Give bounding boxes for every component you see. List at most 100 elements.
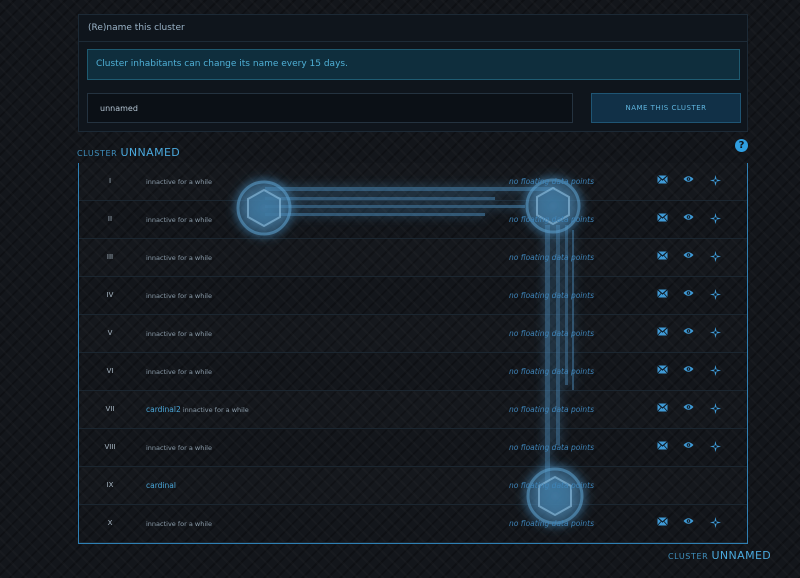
target-icon[interactable] — [710, 289, 724, 303]
system-status-text: innactive for a while — [146, 520, 212, 528]
eye-icon[interactable] — [683, 289, 697, 303]
floating-data-points: no floating data points — [509, 215, 594, 224]
system-owner[interactable]: cardinal — [146, 481, 176, 490]
table-row[interactable]: VIII innactive for a while no floating dat… — [79, 429, 747, 467]
system-status-text: innactive for a while — [146, 444, 212, 452]
floating-data-points: no floating data points — [509, 405, 594, 414]
eye-icon[interactable] — [683, 403, 697, 417]
table-row[interactable]: II innactive for a while no floating data … — [79, 201, 747, 239]
panel-title: (Re)name this cluster — [79, 15, 747, 42]
eye-icon[interactable] — [683, 441, 697, 455]
table-row[interactable]: Xinnactive for a while no floating data p… — [79, 505, 747, 543]
system-status: innactive for a while — [146, 353, 212, 390]
floating-data-points: no floating data points — [509, 329, 594, 338]
envelope-icon[interactable] — [657, 517, 671, 531]
table-row[interactable]: Iinnactive for a while no floating data p… — [79, 163, 747, 201]
target-icon[interactable] — [710, 213, 724, 227]
eye-icon[interactable] — [683, 175, 697, 189]
system-status: cardinal2 innactive for a while — [146, 391, 249, 428]
system-status: cardinal — [146, 467, 176, 504]
row-actions — [652, 175, 722, 189]
row-actions — [652, 403, 722, 417]
eye-icon[interactable] — [683, 213, 697, 227]
table-row[interactable]: Vinnactive for a while no floating data p… — [79, 315, 747, 353]
floating-data-points: no floating data points — [509, 481, 594, 490]
row-actions — [652, 327, 722, 341]
target-icon[interactable] — [710, 403, 724, 417]
cluster-prefix: CLUSTER — [668, 552, 709, 561]
floating-data-points: no floating data points — [509, 367, 594, 376]
envelope-icon[interactable] — [657, 175, 671, 189]
system-status: innactive for a while — [146, 239, 212, 276]
system-number: V — [107, 329, 113, 337]
eye-icon[interactable] — [683, 327, 697, 341]
eye-icon[interactable] — [683, 365, 697, 379]
cluster-name-input[interactable] — [87, 93, 573, 123]
system-owner[interactable]: cardinal2 — [146, 405, 181, 414]
cluster-heading-bottom: CLUSTER UNNAMED — [668, 549, 771, 562]
table-row[interactable]: VI innactive for a while no floating data … — [79, 353, 747, 391]
table-row[interactable]: IX cardinal no floating data points — [79, 467, 747, 505]
envelope-icon[interactable] — [657, 251, 671, 265]
cluster-name: UNNAMED — [711, 549, 772, 562]
row-actions — [652, 289, 722, 303]
system-status: innactive for a while — [146, 163, 212, 200]
system-number: II — [107, 215, 113, 223]
envelope-icon[interactable] — [657, 213, 671, 227]
floating-data-points: no floating data points — [509, 291, 594, 300]
rename-panel: (Re)name this cluster Cluster inhabitant… — [78, 14, 748, 132]
system-status: innactive for a while — [146, 505, 212, 542]
eye-icon[interactable] — [683, 251, 697, 265]
row-actions — [652, 365, 722, 379]
target-icon[interactable] — [710, 517, 724, 531]
table-row[interactable]: III innactive for a while no floating data… — [79, 239, 747, 277]
system-status-text: innactive for a while — [182, 406, 249, 414]
system-status-text: innactive for a while — [146, 178, 212, 186]
floating-data-points: no floating data points — [509, 177, 594, 186]
envelope-icon[interactable] — [657, 441, 671, 455]
eye-icon[interactable] — [683, 517, 697, 531]
system-number: I — [108, 177, 112, 185]
floating-data-points: no floating data points — [509, 443, 594, 452]
name-cluster-button[interactable]: NAME THIS CLUSTER — [591, 93, 741, 123]
envelope-icon[interactable] — [657, 365, 671, 379]
cluster-heading-top: CLUSTER UNNAMED — [77, 146, 180, 159]
envelope-icon[interactable] — [657, 327, 671, 341]
system-number: IV — [106, 291, 114, 299]
system-number: X — [107, 519, 113, 527]
system-table: Iinnactive for a while no floating data p… — [78, 163, 748, 544]
row-actions — [652, 251, 722, 265]
system-status-text: innactive for a while — [146, 292, 212, 300]
target-icon[interactable] — [710, 175, 724, 189]
floating-data-points: no floating data points — [509, 519, 594, 528]
system-status-text: innactive for a while — [146, 254, 212, 262]
system-number: VII — [105, 405, 115, 413]
cluster-name: UNNAMED — [120, 146, 181, 159]
target-icon[interactable] — [710, 327, 724, 341]
system-number: VI — [106, 367, 114, 375]
system-number: IX — [106, 481, 114, 489]
target-icon[interactable] — [710, 251, 724, 265]
floating-data-points: no floating data points — [509, 253, 594, 262]
cluster-prefix: CLUSTER — [77, 149, 118, 158]
envelope-icon[interactable] — [657, 403, 671, 417]
system-status: innactive for a while — [146, 315, 212, 352]
system-status-text: innactive for a while — [146, 216, 212, 224]
system-status-text: innactive for a while — [146, 368, 212, 376]
system-number: III — [106, 253, 114, 261]
target-icon[interactable] — [710, 441, 724, 455]
envelope-icon[interactable] — [657, 289, 671, 303]
row-actions — [652, 517, 722, 531]
rename-notice: Cluster inhabitants can change its name … — [87, 49, 740, 80]
system-number: VIII — [104, 443, 116, 451]
system-status: innactive for a while — [146, 429, 212, 466]
system-status: innactive for a while — [146, 277, 212, 314]
row-actions — [652, 213, 722, 227]
target-icon[interactable] — [710, 365, 724, 379]
system-status-text: innactive for a while — [146, 330, 212, 338]
question-icon[interactable]: ? — [735, 139, 748, 152]
row-actions — [652, 441, 722, 455]
table-row[interactable]: VII cardinal2 innactive for a while no flo… — [79, 391, 747, 429]
table-row[interactable]: IV innactive for a while no floating data … — [79, 277, 747, 315]
system-status: innactive for a while — [146, 201, 212, 238]
